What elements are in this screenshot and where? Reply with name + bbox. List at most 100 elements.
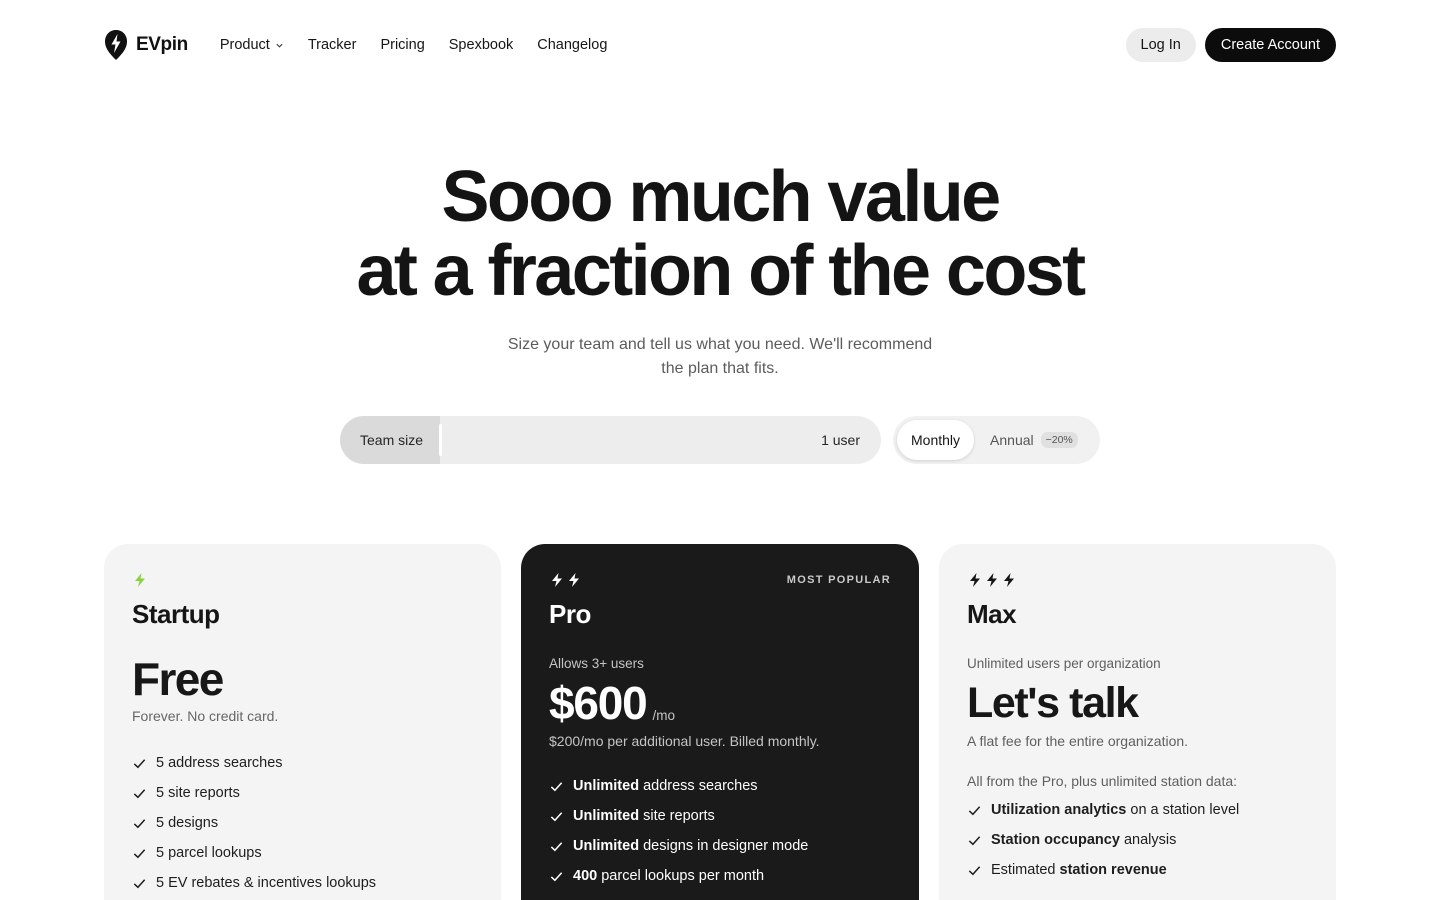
billing-toggle: Monthly Annual −20% [893,416,1100,464]
chevron-down-icon [276,43,283,48]
feature-text: 5 parcel lookups [156,845,262,861]
check-icon [550,781,563,791]
feature-item: 5 site reports [132,778,473,808]
feature-item: Unlimited site reports [549,801,891,831]
feature-text: Unlimited site reports [573,808,715,824]
hero-title: Sooo much value at a fraction of the cos… [0,160,1440,308]
check-icon [550,871,563,881]
team-size-label: Team size [340,416,440,464]
plan-card-startup: Startup Free Forever. No credit card. 5 … [104,544,501,900]
brand-logo[interactable]: EVpin [104,29,188,61]
feature-strong-text: Station occupancy [991,832,1120,848]
plan-price-max: Let's talk [967,679,1139,727]
plan-price-pro: $600 [549,677,648,729]
feature-text: Unlimited designs in designer mode [573,838,808,854]
team-size-slider-handle[interactable] [439,424,442,456]
plan-price-startup: Free [132,653,224,705]
feature-rest-text: on a station level [1126,802,1240,818]
feature-strong-text: station revenue [1059,862,1167,878]
check-icon [133,878,146,888]
tier-icon-max [967,572,1308,588]
check-icon [968,805,981,815]
feature-rest-text: site reports [639,808,715,824]
feature-item: 5 designs [132,808,473,838]
check-icon [133,788,146,798]
bolt-icon [552,573,562,587]
bolt-icon [135,573,145,587]
hero-subtitle: Size your team and tell us what you need… [470,333,970,381]
billing-monthly-option[interactable]: Monthly [897,420,975,460]
bolt-icon [987,573,997,587]
feature-strong-text: Unlimited [573,808,640,824]
nav-link-product[interactable]: Product [220,37,284,53]
nav-link-product-label: Product [219,37,270,53]
feature-text: Station occupancy analysis [991,832,1176,848]
nav-link-changelog[interactable]: Changelog [537,37,607,53]
feature-item: Station occupancy analysis [967,825,1308,855]
team-size-value: 1 user [821,432,860,448]
plan-price-row-pro: $600 /mo [549,675,891,731]
plan-name-startup: Startup [132,599,220,629]
feature-rest-text: parcel lookups per month [597,868,765,884]
annual-discount-badge: −20% [1040,432,1078,448]
most-popular-badge: MOST POPULAR [786,574,891,586]
plan-card-pro: MOST POPULAR Pro Allows 3+ users $600 /m… [521,544,919,900]
nav-link-spexbook[interactable]: Spexbook [449,37,514,53]
feature-text: 400 parcel lookups per month [573,868,764,884]
feature-text: 5 address searches [156,755,283,771]
plan-users-note-max: Unlimited users per organization [967,656,1161,671]
check-icon [133,818,146,828]
feature-list-max: Utilization analytics on a station level… [967,795,1308,885]
plan-name-max: Max [967,599,1017,629]
feature-strong-text: 400 [573,868,598,884]
feature-item: Estimated station revenue [967,855,1308,885]
nav-link-pricing[interactable]: Pricing [380,37,424,53]
bolt-icon [1004,573,1014,587]
plan-card-max: Max Unlimited users per organization Let… [939,544,1336,900]
check-icon [133,848,146,858]
feature-rest-text: Estimated [991,862,1060,878]
evpin-logo-icon [105,30,127,60]
plan-price-note-max: A flat fee for the entire organization. [967,733,1189,749]
create-account-button[interactable]: Create Account [1204,28,1336,62]
feature-item: 5 EV rebates & incentives lookups [132,868,473,898]
feature-list-pro: Unlimited address searches Unlimited sit… [549,771,891,891]
feature-text: 5 designs [156,815,219,831]
feature-item: 400 parcel lookups per month [549,861,891,891]
feature-item: Unlimited address searches [549,771,891,801]
feature-rest-text: address searches [639,778,758,794]
feature-list-startup: 5 address searches 5 site reports 5 desi… [132,748,473,898]
feature-strong-text: Utilization analytics [991,802,1127,818]
feature-item: 5 parcel lookups [132,838,473,868]
feature-text: 5 site reports [156,785,240,801]
nav-link-tracker[interactable]: Tracker [308,37,357,53]
feature-rest-text: designs in designer mode [639,838,809,854]
check-icon [550,841,563,851]
feature-item: Unlimited designs in designer mode [549,831,891,861]
check-icon [550,811,563,821]
check-icon [133,758,146,768]
feature-item: 5 address searches [132,748,473,778]
bolt-icon [970,573,980,587]
billing-annual-option[interactable]: Annual −20% [974,432,1078,448]
bolt-icon [569,573,579,587]
top-nav: EVpin Product Tracker Pricing Spexbook C… [104,28,1336,62]
feature-item: Utilization analytics on a station level [967,795,1308,825]
team-size-slider[interactable]: Team size 1 user [340,416,881,464]
feature-rest-text: analysis [1119,832,1177,848]
tier-icon-startup [132,572,473,588]
log-in-button[interactable]: Log In [1125,28,1196,62]
hero-title-line-1: Sooo much value [441,157,1001,237]
hero-subtitle-line-1: Size your team and tell us what you need… [507,336,933,353]
nav-actions: Log In Create Account [1125,28,1336,62]
check-icon [968,835,981,845]
plan-price-note-startup: Forever. No credit card. [132,708,279,724]
feature-strong-text: Unlimited [573,778,640,794]
feature-strong-text: Unlimited [573,838,640,854]
hero-title-line-2: at a fraction of the cost [356,231,1086,311]
nav-links: Product Tracker Pricing Spexbook Changel… [220,37,608,53]
feature-text: Estimated station revenue [991,862,1167,878]
check-icon [968,865,981,875]
hero-subtitle-line-2: the plan that fits. [661,360,779,377]
feature-text: Utilization analytics on a station level [991,802,1239,818]
